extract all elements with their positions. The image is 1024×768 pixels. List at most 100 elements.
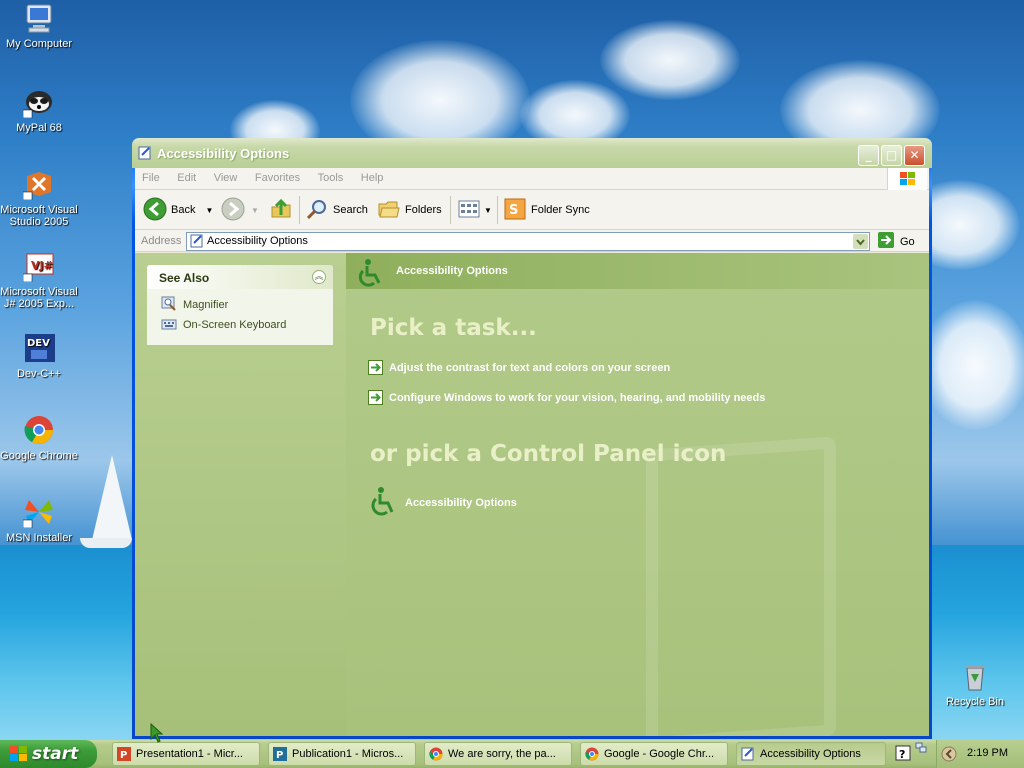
desktop-icon-visual-studio[interactable]: Microsoft Visual Studio 2005 xyxy=(0,168,78,228)
desktop-icon-label: MyPal 68 xyxy=(16,122,62,134)
cloud xyxy=(920,300,1024,430)
go-button[interactable]: Go xyxy=(877,232,915,251)
search-label: Search xyxy=(333,204,368,216)
menu-bar: File Edit View Favorites Tools Help xyxy=(135,168,929,190)
desktop-icon-visual-jsharp[interactable]: VJ# Microsoft Visual J# 2005 Exp... xyxy=(0,250,78,310)
address-label: Address xyxy=(141,235,182,247)
main-pane-header-title: Accessibility Options xyxy=(396,265,508,277)
control-panel-icon xyxy=(190,234,204,251)
taskbar-item-label: Publication1 - Micros... xyxy=(292,748,404,760)
desktop-icon-label: Microsoft Visual J# 2005 Exp... xyxy=(0,286,78,310)
control-panel-icon-accessibility[interactable]: Accessibility Options xyxy=(368,485,517,520)
chrome-icon xyxy=(429,747,443,761)
chevron-down-icon[interactable]: ▼ xyxy=(205,206,213,215)
address-dropdown-button[interactable] xyxy=(853,234,868,249)
chevron-down-icon[interactable]: ▼ xyxy=(484,206,492,215)
control-panel-icon xyxy=(138,146,152,160)
collapse-chevron-icon[interactable]: ︽ xyxy=(312,270,326,284)
menu-tools[interactable]: Tools xyxy=(311,168,351,184)
computer-icon xyxy=(23,2,55,34)
taskbar-item-label: We are sorry, the pa... xyxy=(448,748,556,760)
publisher-icon: P xyxy=(273,747,287,761)
arrow-right-icon xyxy=(368,390,383,405)
address-input[interactable]: Accessibility Options xyxy=(186,232,870,251)
taskbar-item-presentation[interactable]: P Presentation1 - Micr... xyxy=(112,742,260,766)
task-label: Configure Windows to work for your visio… xyxy=(389,391,766,404)
back-button[interactable]: Back ▼ xyxy=(143,196,213,224)
see-also-title: See Also xyxy=(159,271,210,285)
minimize-button[interactable]: _ xyxy=(858,145,879,166)
folders-button[interactable]: Folders xyxy=(377,196,442,224)
sailboat xyxy=(92,455,132,540)
menu-favorites[interactable]: Favorites xyxy=(248,168,307,184)
desktop-icon-devcpp[interactable]: DEV Dev-C++ xyxy=(0,332,78,380)
folder-sync-button[interactable]: S Folder Sync xyxy=(503,196,590,224)
menu-edit[interactable]: Edit xyxy=(170,168,203,184)
up-folder-button[interactable] xyxy=(269,196,293,224)
help-icon[interactable]: ? xyxy=(895,745,911,764)
window-title: Accessibility Options xyxy=(157,146,290,161)
desktop-icon-label: Microsoft Visual Studio 2005 xyxy=(0,204,78,228)
views-icon xyxy=(457,197,481,224)
svg-text:P: P xyxy=(276,750,283,761)
network-icon[interactable] xyxy=(915,742,927,757)
title-bar[interactable]: Accessibility Options _ □ ✕ xyxy=(132,138,932,168)
magnifier-label: Magnifier xyxy=(183,299,229,311)
desktop-icon-label: Recycle Bin xyxy=(945,696,1005,708)
task-link-configure-windows[interactable]: Configure Windows to work for your visio… xyxy=(368,390,765,405)
see-also-link-magnifier[interactable]: Magnifier xyxy=(161,296,229,315)
menu-help[interactable]: Help xyxy=(354,168,391,184)
close-button[interactable]: ✕ xyxy=(904,145,925,166)
go-label: Go xyxy=(900,235,915,248)
taskbar-item-google-chrome[interactable]: Google - Google Chr... xyxy=(580,742,728,766)
accessibility-icon xyxy=(368,485,400,520)
main-pane: Accessibility Options Pick a task... Adj… xyxy=(346,253,929,736)
menu-view[interactable]: View xyxy=(207,168,245,184)
on-screen-keyboard-label: On-Screen Keyboard xyxy=(183,319,287,331)
desktop-icon-my-computer[interactable]: My Computer xyxy=(0,2,78,50)
task-link-adjust-contrast[interactable]: Adjust the contrast for text and colors … xyxy=(368,360,670,375)
see-also-panel: See Also ︽ Magnifier On-Screen Keyboard xyxy=(147,265,333,345)
taskbar-item-label: Presentation1 - Micr... xyxy=(136,748,243,760)
taskbar-item-publication[interactable]: P Publication1 - Micros... xyxy=(268,742,416,766)
system-tray: ? 2:19 PM xyxy=(895,740,1024,768)
taskbar-item-label: Accessibility Options xyxy=(760,748,861,760)
taskbar-item-label: Google - Google Chr... xyxy=(604,748,715,760)
taskbar-item-chrome-error[interactable]: We are sorry, the pa... xyxy=(424,742,572,766)
address-bar: Address Accessibility Options Go xyxy=(135,230,929,252)
folder-sync-label: Folder Sync xyxy=(531,204,590,216)
forward-button[interactable]: ▼ xyxy=(221,196,259,224)
desktop-icon-mypal[interactable]: MyPal 68 xyxy=(0,86,78,134)
desktop-icon-msn-installer[interactable]: MSN Installer xyxy=(0,496,78,544)
taskbar-item-accessibility-options[interactable]: Accessibility Options xyxy=(736,742,886,766)
devcpp-icon: DEV xyxy=(23,332,55,364)
desktop-icon-recycle-bin[interactable]: Recycle Bin xyxy=(936,660,1014,708)
desktop-icon-label: Dev-C++ xyxy=(16,368,62,380)
keyboard-icon xyxy=(161,316,177,335)
maximize-button[interactable]: □ xyxy=(881,145,902,166)
arrow-right-icon xyxy=(368,360,383,375)
mouse-cursor-icon xyxy=(150,722,164,746)
tray-expand-icon[interactable] xyxy=(941,746,957,765)
address-value: Accessibility Options xyxy=(207,235,308,247)
see-also-header[interactable]: See Also ︽ xyxy=(147,265,333,289)
pick-task-heading: Pick a task... xyxy=(370,315,537,341)
start-button[interactable]: start xyxy=(0,740,97,768)
clock[interactable]: 2:19 PM xyxy=(967,747,1008,759)
raccoon-icon xyxy=(22,86,55,119)
toolbar-separator xyxy=(299,196,300,224)
folders-label: Folders xyxy=(405,204,442,216)
search-button[interactable]: Search xyxy=(305,196,368,224)
see-also-link-on-screen-keyboard[interactable]: On-Screen Keyboard xyxy=(161,317,286,333)
toolbar-separator xyxy=(497,196,498,224)
views-button[interactable]: ▼ xyxy=(457,196,492,224)
menu-file[interactable]: File xyxy=(135,168,167,184)
chevron-down-icon[interactable]: ▼ xyxy=(251,206,259,215)
desktop-icon-label: My Computer xyxy=(5,38,73,50)
task-label: Adjust the contrast for text and colors … xyxy=(389,361,671,374)
desktop-icon-google-chrome[interactable]: Google Chrome xyxy=(0,414,78,462)
folder-sync-icon: S xyxy=(503,197,527,224)
magnifier-icon xyxy=(161,296,177,315)
search-icon xyxy=(305,197,329,224)
icon-label: Accessibility Options xyxy=(405,496,517,509)
